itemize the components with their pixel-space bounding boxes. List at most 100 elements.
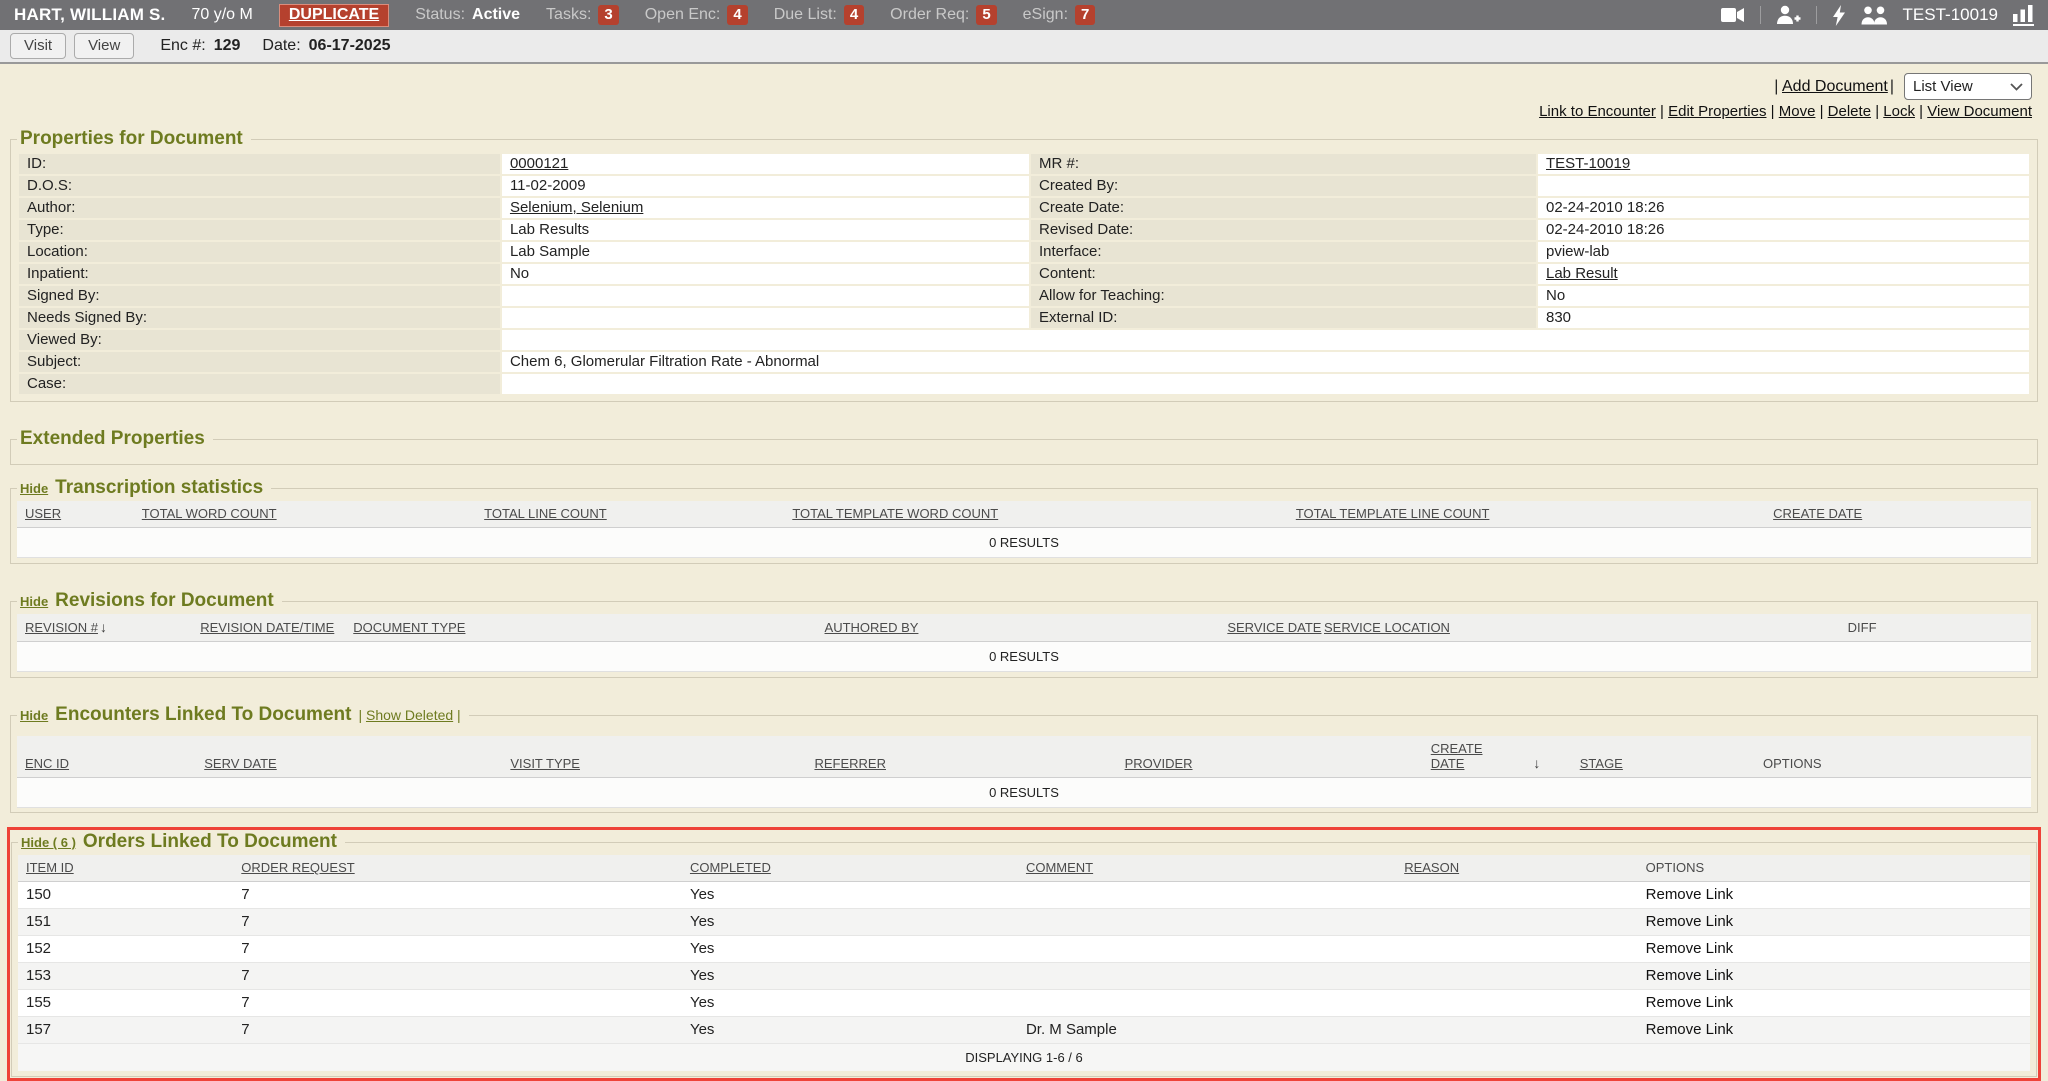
view-button[interactable]: View	[74, 33, 134, 59]
remove-link-action[interactable]: Remove Link	[1646, 886, 1734, 903]
order-completed: Yes	[682, 1017, 1018, 1044]
order-reason	[1396, 882, 1637, 909]
col-header-order-options: OPTIONS	[1646, 860, 1705, 875]
remove-link-action[interactable]: Remove Link	[1646, 994, 1734, 1011]
encounters-empty-results: 0 RESULTS	[17, 778, 2031, 808]
col-header-total-word-count[interactable]: TOTAL WORD COUNT	[142, 506, 277, 521]
revisions-table: REVISION #↓ REVISION DATE/TIME DOCUMENT …	[17, 614, 2031, 672]
remove-link-action[interactable]: Remove Link	[1646, 967, 1734, 984]
video-camera-icon[interactable]	[1721, 7, 1745, 23]
col-header-total-line-count[interactable]: TOTAL LINE COUNT	[484, 506, 607, 521]
status-label: Status:	[415, 6, 465, 24]
open-enc-count-badge[interactable]: 4	[727, 5, 747, 25]
order-comment	[1018, 990, 1396, 1017]
col-header-total-template-line-count[interactable]: TOTAL TEMPLATE LINE COUNT	[1296, 506, 1490, 521]
move-link[interactable]: Move	[1779, 103, 1816, 120]
due-list-count-badge[interactable]: 4	[844, 5, 864, 25]
patient-name: HART, WILLIAM S.	[14, 5, 165, 25]
order-item-id: 157	[18, 1017, 233, 1044]
person-add-icon[interactable]	[1776, 5, 1801, 25]
col-header-total-template-word-count[interactable]: TOTAL TEMPLATE WORD COUNT	[792, 506, 998, 521]
remove-link-action[interactable]: Remove Link	[1646, 913, 1734, 930]
col-header-referrer[interactable]: REFERRER	[814, 756, 886, 771]
people-icon[interactable]	[1861, 6, 1888, 25]
esign-count-badge[interactable]: 7	[1075, 5, 1095, 25]
prop-label-created-by: Created By:	[1031, 176, 1536, 196]
order-item-id: 150	[18, 882, 233, 909]
col-header-order-request[interactable]: ORDER REQUEST	[241, 860, 354, 875]
col-header-provider[interactable]: PROVIDER	[1125, 756, 1193, 771]
remove-link-action[interactable]: Remove Link	[1646, 940, 1734, 957]
revisions-section: Hide Revisions for Document REVISION #↓ …	[10, 590, 2038, 678]
order-reason	[1396, 963, 1637, 990]
delete-link[interactable]: Delete	[1828, 103, 1871, 120]
show-deleted-link[interactable]: Show Deleted	[366, 707, 453, 723]
prop-value-revised-date: 02-24-2010 18:26	[1538, 220, 2029, 240]
visit-button[interactable]: Visit	[10, 33, 66, 59]
properties-table: ID: 0000121 MR #: TEST-10019 D.O.S: 11-0…	[17, 152, 2031, 396]
prop-label-teaching: Allow for Teaching:	[1031, 286, 1536, 306]
col-header-visit-type[interactable]: VISIT TYPE	[510, 756, 580, 771]
prop-value-id-link[interactable]: 0000121	[510, 155, 568, 172]
lightning-icon[interactable]	[1832, 5, 1846, 26]
col-header-user[interactable]: USER	[25, 506, 61, 521]
col-header-service-date[interactable]: SERVICE DATE	[1227, 620, 1321, 635]
divider	[1816, 6, 1817, 24]
link-to-encounter-link[interactable]: Link to Encounter	[1539, 103, 1656, 120]
prop-label-type: Type:	[19, 220, 500, 240]
order-request: 7	[233, 1017, 682, 1044]
transcription-hide-link[interactable]: Hide	[20, 481, 48, 496]
encounters-hide-link[interactable]: Hide	[20, 708, 48, 723]
table-row: 157 7 Yes Dr. M Sample Remove Link	[18, 1017, 2030, 1044]
add-document-link[interactable]: Add Document	[1782, 78, 1888, 95]
edit-properties-link[interactable]: Edit Properties	[1668, 103, 1766, 120]
order-request: 7	[233, 936, 682, 963]
col-header-stage[interactable]: STAGE	[1580, 756, 1623, 771]
col-header-enc-id[interactable]: ENC ID	[25, 756, 69, 771]
col-header-create-date[interactable]: CREATE DATE	[1773, 506, 1862, 521]
sort-descending-icon[interactable]: ↓	[1531, 755, 1540, 771]
sort-descending-icon[interactable]: ↓	[98, 619, 107, 635]
order-req-count-badge[interactable]: 5	[976, 5, 996, 25]
col-header-diff: DIFF	[1848, 620, 1877, 635]
col-header-comment[interactable]: COMMENT	[1026, 860, 1093, 875]
col-header-serv-date[interactable]: SERV DATE	[204, 756, 276, 771]
prop-label-author: Author:	[19, 198, 500, 218]
col-header-authored-by[interactable]: AUTHORED BY	[825, 620, 919, 635]
col-header-enc-create-date[interactable]: CREATE DATE	[1431, 741, 1483, 771]
prop-value-subject: Chem 6, Glomerular Filtration Rate - Abn…	[502, 352, 2029, 372]
order-req-label: Order Req:	[890, 6, 969, 24]
prop-value-location: Lab Sample	[502, 242, 1029, 262]
encounter-bar: Visit View Enc #: 129 Date: 06-17-2025	[0, 30, 2048, 64]
col-header-document-type[interactable]: DOCUMENT TYPE	[353, 620, 465, 635]
tasks-count-badge[interactable]: 3	[598, 5, 618, 25]
col-header-completed[interactable]: COMPLETED	[690, 860, 771, 875]
prop-label-inpatient: Inpatient:	[19, 264, 500, 284]
prop-value-content-link[interactable]: Lab Result	[1546, 265, 1618, 282]
view-mode-select[interactable]: List View	[1904, 73, 2032, 100]
patient-age-sex: 70 y/o M	[191, 6, 252, 24]
remove-link-action[interactable]: Remove Link	[1646, 1021, 1734, 1038]
prop-value-author-link[interactable]: Selenium, Selenium	[510, 199, 643, 216]
prop-value-mr-link[interactable]: TEST-10019	[1546, 155, 1630, 172]
duplicate-badge[interactable]: DUPLICATE	[279, 4, 389, 27]
col-header-reason[interactable]: REASON	[1404, 860, 1459, 875]
col-header-revision-number[interactable]: REVISION #	[25, 620, 98, 635]
view-document-link[interactable]: View Document	[1927, 103, 2032, 120]
col-header-revision-datetime[interactable]: REVISION DATE/TIME	[200, 620, 334, 635]
col-header-item-id[interactable]: ITEM ID	[26, 860, 74, 875]
orders-linked-section: Hide ( 6 ) Orders Linked To Document ITE…	[11, 831, 2037, 1077]
document-controls: Add Document List View	[0, 64, 2048, 102]
transcription-statistics-section: Hide Transcription statistics USER TOTAL…	[10, 477, 2038, 564]
table-row: 150 7 Yes Remove Link	[18, 882, 2030, 909]
revisions-empty-results: 0 RESULTS	[17, 642, 2031, 672]
practice-id: TEST-10019	[1903, 5, 1998, 25]
orders-hide-link[interactable]: Hide ( 6 )	[21, 835, 76, 850]
revisions-hide-link[interactable]: Hide	[20, 594, 48, 609]
lock-link[interactable]: Lock	[1883, 103, 1915, 120]
col-header-service-location[interactable]: SERVICE LOCATION	[1324, 620, 1450, 635]
prop-value-external-id: 830	[1538, 308, 2029, 328]
prop-label-content: Content:	[1031, 264, 1536, 284]
prop-label-location: Location:	[19, 242, 500, 262]
bar-chart-icon[interactable]	[2013, 5, 2034, 26]
